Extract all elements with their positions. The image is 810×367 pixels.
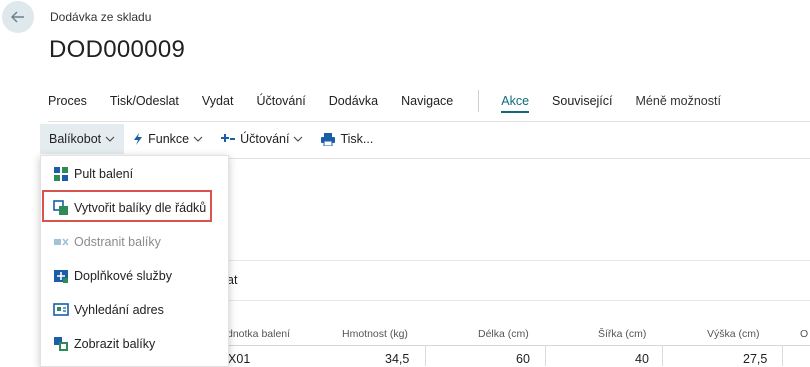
cell-divider (425, 345, 426, 366)
funkce-label: Funkce (148, 132, 190, 146)
tab-navigace[interactable]: Navigace (401, 94, 453, 108)
menu-item-pult-baleni[interactable]: Pult balení (41, 157, 228, 191)
col-header-weight[interactable]: Hmotnost (kg) (342, 328, 408, 340)
chevron-down-icon (193, 134, 203, 144)
cell-divider (782, 345, 783, 366)
menu-item-odstranit-baliky[interactable]: Odstranit balíky (41, 225, 228, 259)
tab-vydat[interactable]: Vydat (202, 94, 234, 108)
arrow-left-icon (11, 11, 24, 23)
balikobot-menu: Pult balení Vytvořit balíky dle řádků Od… (40, 155, 229, 367)
cell-width[interactable]: 40 (635, 352, 649, 366)
col-header-unit[interactable]: dnotka balení (227, 328, 290, 340)
menu-item-zobrazit-baliky[interactable]: Zobrazit balíky (41, 327, 228, 361)
page-title: DOD000009 (49, 36, 186, 63)
tab-souvisejici[interactable]: Související (552, 94, 612, 108)
cell-divider (545, 345, 546, 366)
view-packages-icon (53, 336, 69, 352)
highlight-box (42, 190, 212, 222)
tab-tisk-odeslat[interactable]: Tisk/Odeslat (110, 94, 179, 108)
menu-item-vyhledani-adres[interactable]: Vyhledání adres (41, 293, 228, 327)
divider (48, 121, 810, 122)
cell-height[interactable]: 27,5 (743, 352, 767, 366)
lightning-icon (133, 133, 143, 145)
delete-packages-icon (53, 234, 69, 250)
tab-proces[interactable]: Proces (48, 94, 87, 108)
col-header-cutoff[interactable]: O (800, 328, 808, 340)
tisk-label: Tisk... (340, 132, 374, 146)
uctovani-label: Účtování (240, 132, 290, 146)
balikobot-button[interactable]: Balíkobot (40, 124, 125, 154)
tab-dodavka[interactable]: Dodávka (329, 94, 378, 108)
back-button[interactable] (2, 1, 34, 33)
tab-less-options[interactable]: Méně možností (636, 94, 721, 108)
col-header-length[interactable]: Délka (cm) (478, 328, 529, 340)
cell-length[interactable]: 60 (516, 352, 530, 366)
col-header-height[interactable]: Výška (cm) (707, 328, 760, 340)
funkce-button[interactable]: Funkce (124, 124, 212, 154)
tab-akce[interactable]: Akce (501, 94, 529, 113)
cell-weight[interactable]: 34,5 (385, 352, 409, 366)
cell-divider (662, 345, 663, 366)
menu-item-label: Vyhledání adres (74, 303, 164, 317)
menu-item-label: Zobrazit balíky (74, 337, 156, 351)
packing-station-icon (53, 166, 69, 182)
printer-icon (321, 132, 336, 146)
col-header-width[interactable]: Šířka (cm) (598, 328, 646, 340)
services-icon (53, 268, 69, 284)
breadcrumb: Dodávka ze skladu (50, 10, 152, 24)
action-tabs: Proces Tisk/Odeslat Vydat Účtování Dodáv… (48, 90, 744, 113)
menu-item-doplnkove-sluzby[interactable]: Doplňkové služby (41, 259, 228, 293)
post-icon (221, 133, 236, 145)
menu-item-label: Doplňkové služby (74, 269, 172, 283)
chevron-down-icon (293, 134, 303, 144)
balikobot-label: Balíkobot (49, 132, 102, 146)
tab-uctovani[interactable]: Účtování (256, 94, 305, 108)
uctovani-button[interactable]: Účtování (212, 124, 312, 154)
action-bar: Balíkobot Funkce Účtování Tisk... (40, 123, 382, 155)
chevron-down-icon (105, 134, 115, 144)
tisk-button[interactable]: Tisk... (312, 124, 382, 154)
menu-item-label: Pult balení (74, 167, 134, 181)
menu-item-label: Odstranit balíky (74, 235, 161, 249)
address-search-icon (53, 302, 69, 318)
tab-separator (478, 90, 480, 112)
